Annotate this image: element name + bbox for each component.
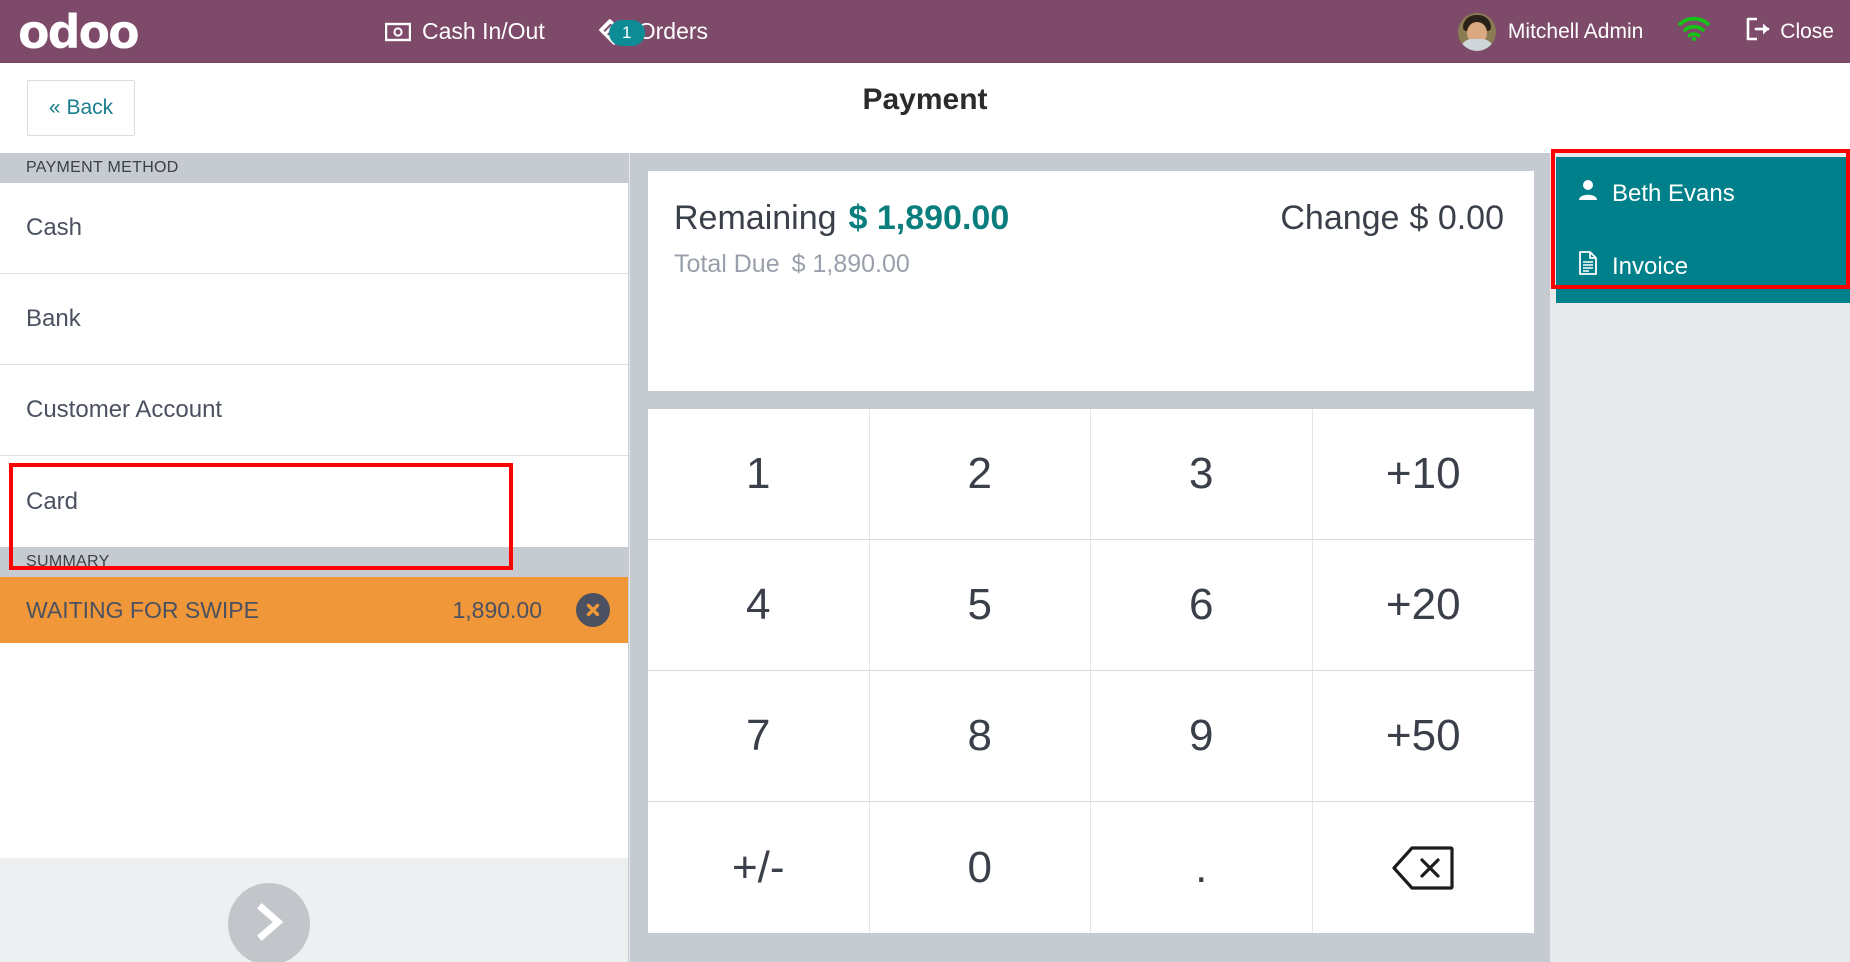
backspace-icon: [1391, 845, 1455, 891]
order-side-panel: Beth Evans Invoice: [1551, 153, 1850, 962]
invoice-label: Invoice: [1612, 253, 1688, 281]
numpad-plus-50[interactable]: +50: [1313, 671, 1535, 802]
numpad-key-label: 7: [746, 711, 770, 761]
numpad-key-label: +50: [1386, 711, 1461, 761]
payment-method-cash[interactable]: Cash: [0, 183, 628, 274]
remaining-value: $ 1,890.00: [849, 199, 1010, 238]
numpad-key-label: +10: [1386, 449, 1461, 499]
payment-method-section-header: PAYMENT METHOD: [0, 153, 628, 183]
numpad-key-label: 0: [968, 843, 992, 893]
numpad-key-label: 1: [746, 449, 770, 499]
validate-button[interactable]: [228, 883, 310, 962]
numpad-decimal[interactable]: .: [1091, 802, 1313, 933]
change-group: Change $ 0.00: [1280, 199, 1504, 238]
numpad-key-label: 6: [1189, 580, 1213, 630]
numpad-3[interactable]: 3: [1091, 409, 1313, 540]
numpad-key-label: 5: [968, 580, 992, 630]
pos-payment-screen: odoo Cash In/Out: [0, 0, 1850, 962]
numpad-5[interactable]: 5: [870, 540, 1092, 671]
wifi-icon[interactable]: [1677, 16, 1711, 47]
topbar-center-actions: Cash In/Out 1 Orders: [385, 0, 708, 63]
orders-label: Orders: [638, 18, 708, 45]
numpad-plus-10[interactable]: +10: [1313, 409, 1535, 540]
payment-center-panel: Remaining $ 1,890.00 Change $ 0.00 Total…: [630, 153, 1550, 962]
person-icon: [1578, 179, 1598, 208]
customer-name-label: Beth Evans: [1612, 180, 1735, 208]
numpad-6[interactable]: 6: [1091, 540, 1313, 671]
payment-method-label: Bank: [26, 305, 81, 333]
numpad-key-label: +/-: [732, 843, 785, 893]
page-subheader: « Back Payment: [0, 63, 1850, 153]
topbar-right-actions: Mitchell Admin Close: [1458, 0, 1834, 63]
summary-status-label: WAITING FOR SWIPE: [26, 597, 358, 624]
orders-button[interactable]: 1 Orders: [597, 17, 708, 47]
total-due-line: Total Due $ 1,890.00: [674, 250, 1504, 279]
odoo-logo[interactable]: odoo: [18, 9, 138, 55]
sign-out-icon: [1745, 17, 1771, 47]
numpad-key-label: 9: [1189, 711, 1213, 761]
total-due-value: $ 1,890.00: [792, 250, 910, 279]
avatar: [1458, 13, 1496, 51]
orders-count-badge: 1: [609, 20, 645, 46]
summary-amount: 1,890.00: [358, 597, 558, 624]
numpad-8[interactable]: 8: [870, 671, 1092, 802]
summary-section-header: SUMMARY: [0, 547, 628, 577]
payment-method-label: Card: [26, 488, 78, 516]
numpad-key-label: +20: [1386, 580, 1461, 630]
invoice-toggle-button[interactable]: Invoice: [1556, 230, 1850, 303]
customer-invoice-panel: Beth Evans Invoice: [1556, 157, 1850, 303]
cash-in-out-label: Cash In/Out: [422, 18, 545, 45]
top-navigation-bar: odoo Cash In/Out: [0, 0, 1850, 63]
payment-method-bank[interactable]: Bank: [0, 274, 628, 365]
total-due-label: Total Due: [674, 250, 780, 279]
summary-row[interactable]: WAITING FOR SWIPE 1,890.00: [0, 577, 628, 643]
numpad-sign-toggle[interactable]: +/-: [648, 802, 870, 933]
change-value: $ 0.00: [1409, 199, 1504, 238]
document-icon: [1578, 251, 1598, 282]
numpad-2[interactable]: 2: [870, 409, 1092, 540]
cash-in-out-button[interactable]: Cash In/Out: [385, 18, 545, 45]
numpad-key-label: 8: [968, 711, 992, 761]
close-session-button[interactable]: Close: [1745, 17, 1834, 47]
payment-method-label: Cash: [26, 214, 82, 242]
page-title: Payment: [0, 83, 1850, 117]
payment-methods-panel: PAYMENT METHOD Cash Bank Customer Accoun…: [0, 153, 629, 962]
numpad-9[interactable]: 9: [1091, 671, 1313, 802]
numpad-backspace[interactable]: [1313, 802, 1535, 933]
close-label: Close: [1780, 20, 1834, 44]
remaining-group: Remaining $ 1,890.00: [674, 199, 1009, 238]
validate-area: Validate: [0, 858, 628, 962]
payment-method-label: Customer Account: [26, 396, 222, 424]
cash-register-icon: [385, 22, 411, 42]
numpad-key-label: .: [1195, 843, 1207, 893]
amount-summary-card: Remaining $ 1,890.00 Change $ 0.00 Total…: [648, 171, 1534, 391]
numpad-key-label: 3: [1189, 449, 1213, 499]
payment-body: PAYMENT METHOD Cash Bank Customer Accoun…: [0, 153, 1850, 962]
remaining-label: Remaining: [674, 199, 837, 238]
numpad-key-label: 4: [746, 580, 770, 630]
numpad-4[interactable]: 4: [648, 540, 870, 671]
change-label: Change: [1280, 199, 1399, 238]
circle-x-icon: [576, 593, 610, 627]
user-menu[interactable]: Mitchell Admin: [1458, 13, 1643, 51]
numpad-1[interactable]: 1: [648, 409, 870, 540]
numpad-7[interactable]: 7: [648, 671, 870, 802]
customer-select-button[interactable]: Beth Evans: [1556, 157, 1850, 230]
numpad-0[interactable]: 0: [870, 802, 1092, 933]
payment-method-customer-account[interactable]: Customer Account: [0, 365, 628, 456]
numpad-key-label: 2: [968, 449, 992, 499]
numpad-plus-20[interactable]: +20: [1313, 540, 1535, 671]
chevron-right-icon: [252, 902, 286, 947]
amount-primary-line: Remaining $ 1,890.00 Change $ 0.00: [674, 199, 1504, 238]
user-name-label: Mitchell Admin: [1508, 20, 1643, 44]
summary-delete-button[interactable]: [558, 593, 628, 627]
payment-method-card[interactable]: Card: [0, 456, 628, 547]
numpad: 1 2 3 +10 4 5 6 +20 7 8 9 +50 +/- 0 .: [648, 409, 1534, 933]
